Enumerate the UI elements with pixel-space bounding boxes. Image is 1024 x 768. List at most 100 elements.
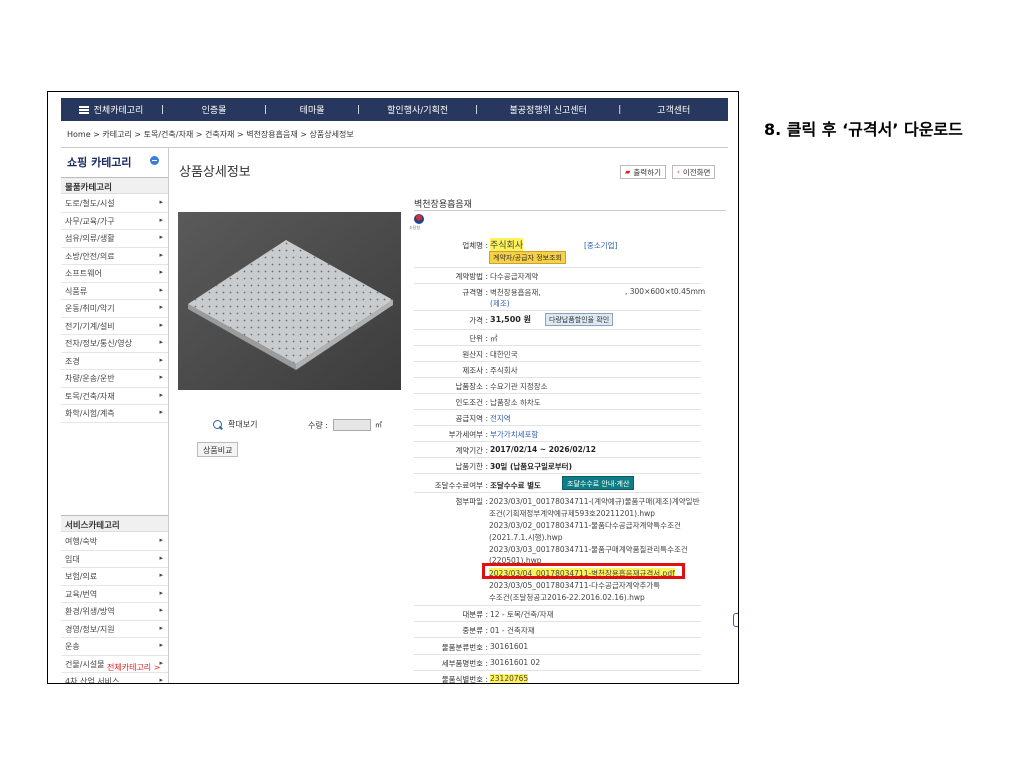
- zoom-button[interactable]: 확대보기: [213, 419, 257, 430]
- chevron-right-icon: ▸: [159, 536, 163, 544]
- goods-category-label: 섬유/의류/생활: [65, 234, 115, 243]
- floating-tab[interactable]: [733, 613, 738, 627]
- service-category-item[interactable]: 보험/의료 ▸: [61, 568, 168, 586]
- bulk-discount-button[interactable]: 다량납품할인율 확인: [545, 313, 614, 326]
- divider: [414, 393, 701, 394]
- attachment-link[interactable]: 2023/03/02_00178034711-물품다수공급자계약특수조건: [489, 520, 681, 531]
- divider: [414, 329, 701, 330]
- company-size-tag: [중소기업]: [584, 241, 618, 250]
- screenshot-frame: 전체카테고리 | 인증몰 | 테마몰 | 할인행사/기획전 | 불공정행위 신고…: [47, 91, 739, 684]
- chevron-left-icon: ‹: [677, 168, 680, 176]
- chevron-right-icon: ▸: [159, 373, 163, 381]
- goods-category-item[interactable]: 운동/취미/악기 ▸: [61, 300, 168, 318]
- divider: [414, 654, 701, 655]
- service-category-item[interactable]: 여행/숙박 ▸: [61, 533, 168, 551]
- magnifier-icon: [213, 420, 222, 429]
- unit-value: ㎡: [490, 334, 498, 343]
- goods-category-item[interactable]: 사무/교육/가구 ▸: [61, 213, 168, 230]
- goods-category-item[interactable]: 토목/건축/자재 ▸: [61, 388, 168, 405]
- nav-sale-events[interactable]: 할인행사/기획전: [360, 103, 475, 116]
- divider: [414, 409, 701, 410]
- vat-value: 부가가치세포함: [490, 430, 539, 439]
- divider: [414, 621, 701, 622]
- contractor-info-button[interactable]: 계약자/공급자 정보조회: [489, 251, 566, 264]
- goods-category-item[interactable]: 소프트웨어 ▸: [61, 265, 168, 283]
- delivery-due-value: 30일 (납품요구일로부터): [490, 462, 573, 471]
- company-value[interactable]: 주식회사: [490, 238, 524, 251]
- attachment-link-cont[interactable]: (2021.7.1.시행).hwp: [489, 532, 562, 543]
- goods-category-label: 토목/건축/자재: [65, 391, 115, 401]
- spec-name-value: 벽천장용흡음재,: [490, 288, 541, 297]
- chevron-right-icon: ▸: [159, 355, 163, 364]
- chevron-right-icon: ▸: [159, 215, 163, 224]
- service-category-item[interactable]: 4차 산업 서비스 ▸: [61, 673, 168, 683]
- divider: [414, 310, 701, 311]
- goods-category-label: 사무/교육/가구: [65, 216, 115, 226]
- attachment-link[interactable]: 2023/03/05_00178034711-다수공급자계약추가특: [489, 580, 660, 591]
- service-category-label: 건물/시설물: [65, 659, 105, 669]
- goods-category-item[interactable]: 도로/철도/시설 ▸: [61, 195, 168, 213]
- delivery-condition-value: 납품장소 하차도: [490, 398, 541, 407]
- delivery-due-label: 납품기한 :: [455, 462, 488, 471]
- collapse-icon[interactable]: [150, 156, 159, 165]
- service-category-item[interactable]: 운송 ▸: [61, 638, 168, 656]
- all-category-link[interactable]: 전체카테고리 >: [107, 662, 160, 673]
- class-number-value: 30161601: [490, 642, 529, 651]
- product-name: 벽천장용흡음재: [414, 200, 472, 210]
- nav-cert-mall[interactable]: 인증몰: [164, 103, 264, 116]
- spec-maker-link[interactable]: (제조): [490, 298, 510, 309]
- back-button[interactable]: ‹ 이전화면: [672, 165, 716, 179]
- goods-category-label: 조경: [65, 356, 80, 366]
- id-number-value: 23120765: [490, 674, 529, 683]
- goods-category-item[interactable]: 차량/운송/운반 ▸: [61, 370, 168, 388]
- goods-category-item[interactable]: 전기/기계/설비 ▸: [61, 318, 168, 335]
- supply-region-value[interactable]: 전지역: [490, 413, 511, 424]
- detail-number-label: 세부품명번호 :: [441, 659, 488, 668]
- fee-calculator-button[interactable]: 조달수수료 안내·계산: [562, 476, 635, 490]
- service-category-item[interactable]: 경영/정보/지원 ▸: [61, 621, 168, 638]
- quantity-input[interactable]: [333, 419, 371, 431]
- service-category-label: 환경/위생/방역: [65, 607, 115, 616]
- attachments-label: 첨부파일 :: [455, 497, 488, 506]
- service-category-item[interactable]: 환경/위생/방역 ▸: [61, 603, 168, 621]
- id-number-label: 물품식별번호 :: [441, 675, 488, 684]
- detail-number-value: 30161601 02: [490, 658, 541, 667]
- chevron-right-icon: ▸: [159, 553, 163, 562]
- goods-category-item[interactable]: 전자/정보/통신/영상 ▸: [61, 335, 168, 353]
- compare-button[interactable]: 상품비교: [197, 442, 239, 457]
- top-nav-bar: 전체카테고리 | 인증몰 | 테마몰 | 할인행사/기획전 | 불공정행위 신고…: [61, 98, 728, 121]
- attachment-link[interactable]: 2023/03/01_00178034711-(계약예규)물품구매(제조)계약일…: [489, 496, 699, 507]
- service-category-label: 운송: [65, 642, 80, 651]
- sidebar-title: 쇼핑 카테고리: [67, 156, 132, 169]
- goods-category-item[interactable]: 조경 ▸: [61, 353, 168, 370]
- attachment-link-cont[interactable]: 수조건(조달청공고2016-22.2016.02.16).hwp: [489, 592, 645, 603]
- nav-customer-center[interactable]: 고객센터: [621, 103, 726, 116]
- print-button[interactable]: ▰ 출력하기: [620, 165, 666, 179]
- goods-category-item[interactable]: 화학/시험/계측 ▸: [61, 405, 168, 423]
- divider: [414, 425, 701, 426]
- goods-category-item[interactable]: 소방/안전/의료 ▸: [61, 248, 168, 265]
- goods-category-label: 소프트웨어: [65, 269, 102, 278]
- vat-label: 부가세여부 :: [448, 430, 488, 439]
- nav-unfair-report[interactable]: 불공정행위 신고센터: [478, 103, 618, 116]
- divider: [414, 605, 701, 606]
- divider: [414, 210, 726, 211]
- middle-class-value: 01 - 건축자재: [490, 626, 535, 635]
- origin-value: 대한민국: [490, 350, 518, 359]
- page-title: 상품상세정보: [179, 165, 251, 180]
- goods-category-label: 운동/취미/악기: [65, 304, 115, 313]
- service-category-item[interactable]: 임대 ▸: [61, 551, 168, 568]
- service-category-item[interactable]: 교육/번역 ▸: [61, 586, 168, 603]
- service-category-label: 보험/의료: [65, 572, 98, 581]
- goods-category-label: 전자/정보/통신/영상: [65, 339, 132, 348]
- manufacturer-label: 제조사 :: [462, 366, 488, 375]
- nav-all-category[interactable]: 전체카테고리: [61, 103, 161, 116]
- chevron-right-icon: ▸: [159, 320, 163, 329]
- goods-category-item[interactable]: 섬유/의류/생활 ▸: [61, 230, 168, 248]
- goods-category-item[interactable]: 식품류 ▸: [61, 283, 168, 300]
- delivery-place-value: 수요기관 지정장소: [490, 382, 548, 391]
- slide: 전체카테고리 | 인증몰 | 테마몰 | 할인행사/기획전 | 불공정행위 신고…: [0, 0, 1024, 768]
- nav-theme-mall[interactable]: 테마몰: [267, 103, 357, 116]
- attachment-link-cont[interactable]: 조건(기획재정부계약예규제593호20211201).hwp: [489, 508, 655, 519]
- attachment-link[interactable]: 2023/03/03_00178034711-물품구매계약품질관리특수조건: [489, 544, 688, 555]
